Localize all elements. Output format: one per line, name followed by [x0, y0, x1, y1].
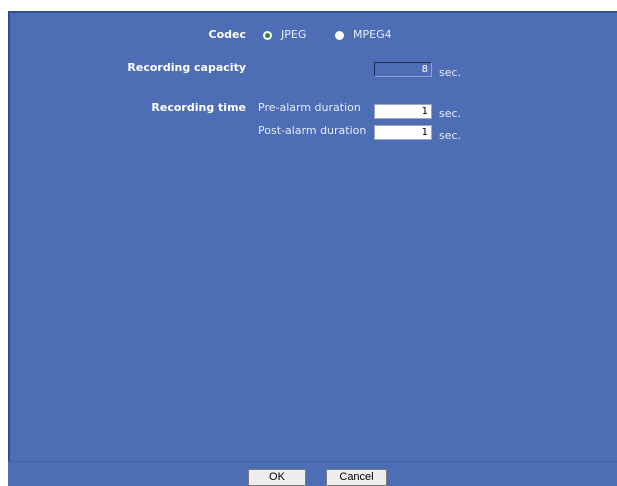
recording-capacity-value: 8	[374, 62, 432, 77]
pre-alarm-label: Pre-alarm duration	[258, 101, 361, 114]
ok-button[interactable]: OK	[248, 469, 306, 486]
settings-panel	[8, 11, 617, 461]
recording-capacity-label: Recording capacity	[127, 61, 246, 74]
post-alarm-unit: sec.	[439, 129, 462, 142]
codec-label: Codec	[208, 28, 247, 41]
pre-alarm-unit: sec.	[439, 107, 462, 120]
footer-bar	[8, 461, 617, 486]
mpeg4-radio[interactable]	[335, 31, 344, 40]
jpeg-label[interactable]: JPEG	[281, 28, 306, 41]
post-alarm-duration-input[interactable]: 1	[374, 125, 432, 140]
recording-time-label: Recording time	[151, 101, 246, 114]
pre-alarm-duration-input[interactable]: 1	[374, 104, 432, 119]
top-strip	[0, 0, 617, 11]
jpeg-radio[interactable]	[263, 31, 272, 40]
post-alarm-label: Post-alarm duration	[258, 124, 367, 137]
mpeg4-label[interactable]: MPEG4	[353, 28, 392, 41]
cancel-button[interactable]: Cancel	[326, 469, 387, 486]
recording-capacity-unit: sec.	[439, 66, 462, 79]
